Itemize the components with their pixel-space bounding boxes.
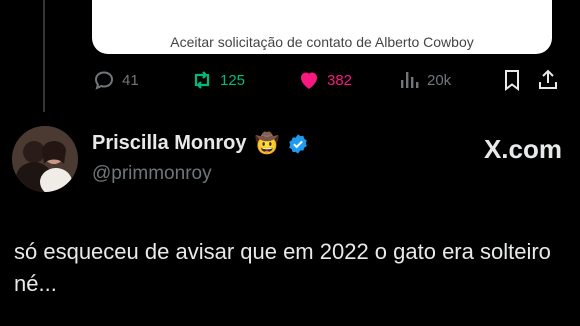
views-button[interactable]: 20k [397,66,451,94]
like-button[interactable]: 382 [297,66,352,94]
heart-icon [301,72,317,89]
author-name-row: Priscilla Monroy 🤠 [92,132,309,155]
bookmark-button[interactable] [500,66,524,94]
views-count: 20k [427,71,452,89]
like-count: 382 [327,71,353,89]
retweet-icon [194,71,210,89]
source-watermark: X.com [483,134,562,164]
quoted-media-card[interactable]: Aceitar solicitação de contato de Albert… [92,0,552,54]
tweet-text: só esqueceu de avisar que em 2022 o gato… [14,239,551,296]
avatar-photo [12,126,78,192]
bookmark-icon [505,70,519,91]
retweet-button[interactable]: 125 [190,66,245,94]
retweet-count: 125 [220,71,246,89]
reply-icon [94,71,114,90]
verified-badge-icon [289,133,308,154]
reply-count: 41 [122,71,139,89]
thread-connector-line [43,0,45,112]
tweet-action-bar: 41 125 382 20k [92,66,562,96]
reply-button[interactable]: 41 [92,66,139,94]
avatar[interactable] [12,126,78,192]
display-name[interactable]: Priscilla Monroy [92,132,247,155]
share-icon [539,69,557,89]
cowboy-emoji: 🤠 [254,132,280,155]
quoted-caption: Aceitar solicitação de contato de Albert… [170,34,474,50]
share-button[interactable] [536,66,560,94]
views-chart-icon [401,72,419,88]
author-handle[interactable]: @primmonroy [92,163,212,185]
